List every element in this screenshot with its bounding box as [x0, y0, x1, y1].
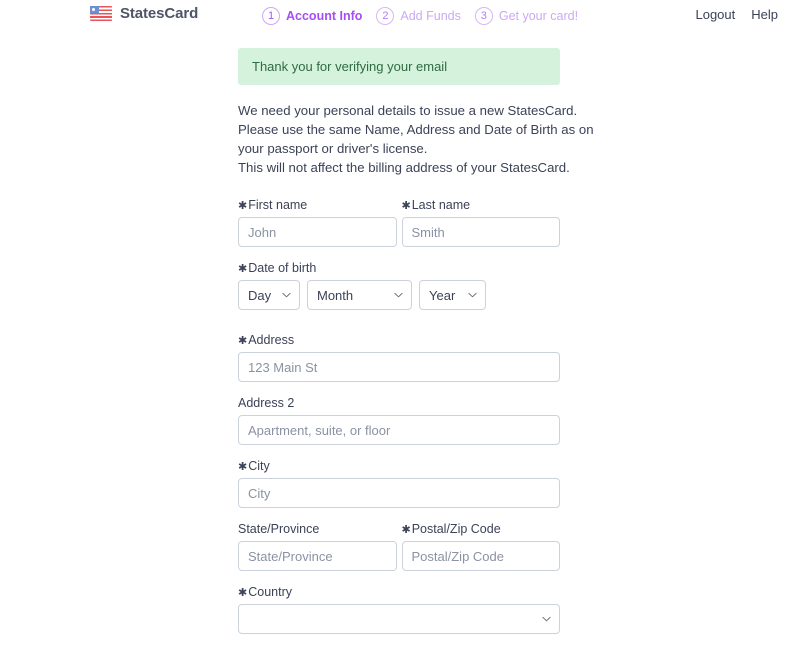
city-field: ✱City: [238, 459, 560, 508]
step-get-your-card[interactable]: 3 Get your card!: [474, 7, 579, 25]
postal-input[interactable]: [401, 541, 560, 571]
last-name-label-text: Last name: [411, 198, 471, 212]
required-asterisk-icon: ✱: [401, 524, 411, 536]
step-add-funds[interactable]: 2 Add Funds: [376, 7, 461, 25]
required-asterisk-icon: ✱: [238, 587, 248, 599]
dob-day-wrap: Day: [238, 280, 300, 310]
required-asterisk-icon: ✱: [238, 263, 248, 275]
brand-logo[interactable]: StatesCard: [90, 5, 198, 22]
address-label-text: Address: [248, 333, 295, 347]
address2-label: Address 2: [238, 396, 295, 410]
first-name-input[interactable]: [238, 217, 397, 247]
city-input[interactable]: [238, 478, 560, 508]
account-info-form: Thank you for verifying your email We ne…: [238, 48, 594, 648]
date-of-birth-selects: Day Month Year: [238, 280, 560, 310]
dob-year-select[interactable]: Year: [419, 280, 486, 310]
country-label-text: Country: [248, 585, 292, 599]
intro-line-4: This will not affect the billing address…: [238, 160, 570, 175]
required-asterisk-icon: ✱: [238, 335, 248, 347]
state-field: State/Province: [238, 522, 397, 571]
state-input[interactable]: [238, 541, 397, 571]
name-row: ✱First name ✱Last name: [238, 198, 560, 261]
step-account-info[interactable]: 1 Account Info: [262, 7, 362, 25]
last-name-field: ✱Last name: [401, 198, 561, 247]
date-of-birth-field: ✱Date of birth Day Month Year: [238, 261, 560, 310]
step-label-add-funds: Add Funds: [400, 9, 461, 23]
date-of-birth-label-text: Date of birth: [248, 261, 317, 275]
address-field: ✱Address: [238, 333, 560, 382]
postal-field: ✱Postal/Zip Code: [401, 522, 561, 571]
last-name-label: ✱Last name: [402, 198, 561, 212]
address2-field: Address 2: [238, 396, 560, 445]
required-asterisk-icon: ✱: [238, 200, 248, 212]
state-label: State/Province: [238, 522, 320, 536]
country-field: ✱Country: [238, 585, 560, 634]
country-select-wrap: [238, 604, 560, 634]
dob-month-wrap: Month: [307, 280, 412, 310]
email-verified-banner: Thank you for verifying your email: [238, 48, 560, 85]
city-label-text: City: [248, 459, 270, 473]
step-number-1: 1: [262, 7, 280, 25]
date-of-birth-label: ✱Date of birth: [238, 261, 560, 275]
postal-label-text: Postal/Zip Code: [411, 522, 501, 536]
us-flag-icon: [90, 6, 112, 21]
help-link[interactable]: Help: [751, 7, 778, 22]
intro-text: We need your personal details to issue a…: [238, 101, 594, 177]
required-asterisk-icon: ✱: [401, 200, 411, 212]
step-label-get-your-card: Get your card!: [498, 9, 579, 23]
logout-link[interactable]: Logout: [695, 7, 735, 22]
dob-month-select[interactable]: Month: [307, 280, 412, 310]
address2-input[interactable]: [238, 415, 560, 445]
page-header: StatesCard 1 Account Info 2 Add Funds 3 …: [0, 0, 800, 32]
dob-year-wrap: Year: [419, 280, 486, 310]
step-number-2: 2: [376, 7, 395, 25]
first-name-field: ✱First name: [238, 198, 397, 247]
step-indicator: 1 Account Info 2 Add Funds 3 Get your ca…: [262, 7, 578, 25]
intro-line-2: Please use the same Name, Address and Da…: [238, 122, 594, 137]
address-label: ✱Address: [238, 333, 560, 347]
postal-label: ✱Postal/Zip Code: [402, 522, 561, 536]
city-label: ✱City: [238, 459, 560, 473]
intro-line-3: your passport or driver's license.: [238, 141, 428, 156]
dob-day-select[interactable]: Day: [238, 280, 300, 310]
brand-name: StatesCard: [120, 5, 199, 22]
first-name-label: ✱First name: [238, 198, 397, 212]
step-number-3: 3: [474, 7, 493, 25]
step-label-account-info: Account Info: [286, 9, 363, 23]
intro-line-1: We need your personal details to issue a…: [238, 103, 578, 118]
country-label: ✱Country: [238, 585, 560, 599]
country-select[interactable]: [238, 604, 560, 634]
address-input[interactable]: [238, 352, 560, 382]
header-nav: Logout Help: [695, 7, 778, 22]
first-name-label-text: First name: [248, 198, 308, 212]
required-asterisk-icon: ✱: [238, 461, 248, 473]
last-name-input[interactable]: [401, 217, 560, 247]
